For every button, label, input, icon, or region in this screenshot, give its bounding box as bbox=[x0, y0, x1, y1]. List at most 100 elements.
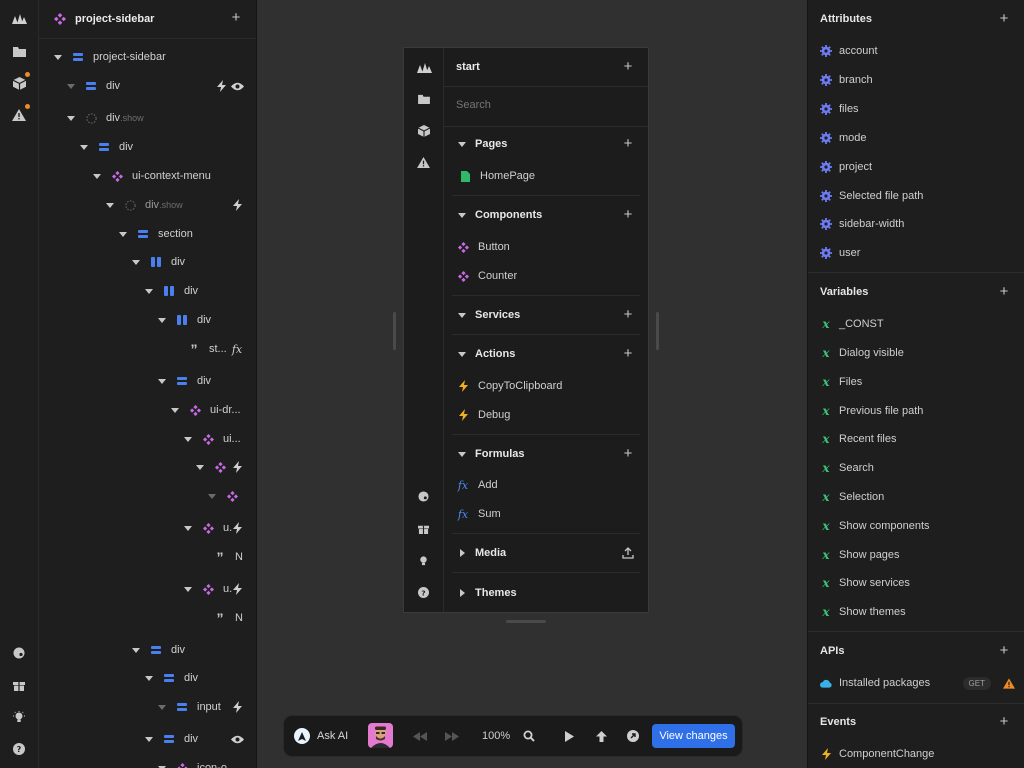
tree-node[interactable]: input bbox=[158, 695, 221, 719]
tree-node[interactable]: icon-o bbox=[158, 756, 227, 768]
add-attribute-button[interactable]: + bbox=[997, 11, 1011, 26]
tree-node[interactable]: div bbox=[145, 279, 198, 303]
attribute-item[interactable]: project bbox=[820, 158, 872, 176]
action-icon[interactable] bbox=[230, 521, 244, 535]
publish-icon[interactable] bbox=[594, 729, 608, 743]
tree-node[interactable]: div bbox=[132, 638, 185, 662]
section-themes[interactable]: Themes bbox=[444, 586, 648, 600]
attribute-item[interactable]: account bbox=[820, 42, 878, 60]
variable-item[interactable]: x Show services bbox=[820, 574, 910, 592]
warning-icon[interactable] bbox=[417, 157, 430, 168]
add-api-button[interactable]: + bbox=[997, 643, 1011, 658]
avatar[interactable] bbox=[368, 723, 393, 748]
variable-item[interactable]: x Files bbox=[820, 373, 862, 391]
resize-handle-right[interactable] bbox=[656, 312, 659, 350]
page-item[interactable]: HomePage bbox=[444, 169, 648, 183]
variable-item[interactable]: x Dialog visible bbox=[820, 344, 903, 362]
attribute-item[interactable]: Selected file path bbox=[820, 187, 923, 205]
section-services[interactable]: Services bbox=[444, 308, 648, 322]
tree-node[interactable]: div bbox=[80, 135, 133, 159]
section-actions[interactable]: Actions bbox=[444, 347, 648, 361]
variable-item[interactable]: x Show pages bbox=[820, 546, 899, 564]
formula-icon[interactable]: fx bbox=[230, 342, 244, 356]
lightbulb-icon[interactable] bbox=[11, 709, 27, 725]
tree-node[interactable]: div bbox=[132, 250, 185, 274]
tree-node[interactable]: ui-context-menu bbox=[93, 164, 211, 188]
action-icon[interactable] bbox=[230, 582, 244, 596]
tree-node[interactable]: div .show bbox=[67, 106, 144, 130]
tree-node[interactable]: ” N bbox=[213, 545, 243, 569]
api-item[interactable]: Installed packages GET bbox=[820, 674, 1015, 692]
help-icon[interactable]: ? bbox=[11, 741, 27, 757]
add-action-button[interactable]: + bbox=[621, 346, 635, 361]
tree-node[interactable]: div bbox=[145, 666, 198, 690]
folder-icon[interactable] bbox=[11, 43, 27, 59]
tree-node[interactable]: ” st... bbox=[187, 337, 227, 361]
palette-icon[interactable] bbox=[11, 645, 27, 661]
zoom-icon[interactable] bbox=[522, 729, 536, 743]
package-icon[interactable] bbox=[418, 125, 430, 137]
variable-item[interactable]: x Recent files bbox=[820, 430, 896, 448]
add-service-button[interactable]: + bbox=[621, 307, 635, 322]
upload-icon[interactable] bbox=[622, 547, 634, 559]
gift-icon[interactable] bbox=[11, 677, 27, 693]
variable-item[interactable]: x Search bbox=[820, 459, 873, 477]
logo-icon[interactable] bbox=[11, 11, 27, 27]
zoom-level[interactable]: 100% bbox=[482, 729, 510, 743]
tree-node[interactable]: div bbox=[158, 369, 211, 393]
add-button[interactable]: + bbox=[621, 59, 635, 74]
attribute-item[interactable]: user bbox=[820, 244, 860, 262]
tree-node[interactable] bbox=[208, 484, 247, 508]
preview-search[interactable] bbox=[444, 98, 648, 112]
add-event-button[interactable]: + bbox=[997, 714, 1011, 729]
attribute-item[interactable]: mode bbox=[820, 129, 867, 147]
component-item[interactable]: Counter bbox=[444, 269, 648, 283]
action-item[interactable]: CopyToClipboard bbox=[444, 379, 648, 393]
variable-item[interactable]: x Selection bbox=[820, 488, 884, 506]
formula-item[interactable]: fx Add bbox=[444, 478, 648, 492]
lightbulb-icon[interactable] bbox=[418, 555, 429, 567]
section-pages[interactable]: Pages bbox=[444, 137, 648, 151]
ask-ai-button[interactable]: Ask AI bbox=[294, 726, 348, 746]
action-item[interactable]: Debug bbox=[444, 408, 648, 422]
add-page-button[interactable]: + bbox=[621, 136, 635, 151]
resize-handle-bottom[interactable] bbox=[506, 620, 546, 623]
open-external-icon[interactable] bbox=[626, 729, 640, 743]
variable-item[interactable]: x _CONST bbox=[820, 315, 883, 333]
search-input[interactable] bbox=[456, 99, 626, 111]
add-variable-button[interactable]: + bbox=[997, 284, 1011, 299]
attribute-item[interactable]: branch bbox=[820, 71, 873, 89]
resize-handle-left[interactable] bbox=[393, 312, 396, 350]
action-icon[interactable] bbox=[230, 198, 244, 212]
package-icon[interactable] bbox=[11, 75, 27, 91]
tree-node[interactable]: ” N bbox=[213, 606, 243, 630]
action-icon[interactable] bbox=[230, 460, 244, 474]
variable-item[interactable]: x Show themes bbox=[820, 603, 905, 621]
section-media[interactable]: Media bbox=[444, 546, 648, 560]
formula-item[interactable]: fx Sum bbox=[444, 507, 648, 521]
tree-node[interactable]: section bbox=[119, 222, 193, 246]
add-button[interactable]: + bbox=[229, 10, 243, 25]
action-icon[interactable] bbox=[230, 700, 244, 714]
tree-node[interactable]: div bbox=[145, 727, 198, 751]
attribute-item[interactable]: sidebar-width bbox=[820, 215, 904, 233]
tree-node[interactable]: div bbox=[158, 308, 211, 332]
gift-icon[interactable] bbox=[418, 523, 429, 534]
eye-icon[interactable] bbox=[230, 732, 244, 746]
add-component-button[interactable]: + bbox=[621, 207, 635, 222]
help-icon[interactable]: ? bbox=[418, 587, 429, 598]
undo-button[interactable] bbox=[412, 729, 428, 743]
action-icon[interactable] bbox=[214, 79, 228, 93]
folder-icon[interactable] bbox=[418, 94, 430, 104]
event-item[interactable]: ComponentChange bbox=[820, 745, 934, 763]
add-formula-button[interactable]: + bbox=[621, 446, 635, 461]
tree-node[interactable]: u. bbox=[184, 577, 232, 601]
tree-node[interactable]: ui-dr... bbox=[171, 398, 241, 422]
logo-icon[interactable] bbox=[416, 62, 432, 74]
play-icon[interactable] bbox=[562, 729, 576, 743]
component-item[interactable]: Button bbox=[444, 240, 648, 254]
redo-button[interactable] bbox=[444, 729, 460, 743]
variable-item[interactable]: x Show components bbox=[820, 517, 929, 535]
section-components[interactable]: Components bbox=[444, 208, 648, 222]
tree-node[interactable]: ui... bbox=[184, 427, 241, 451]
